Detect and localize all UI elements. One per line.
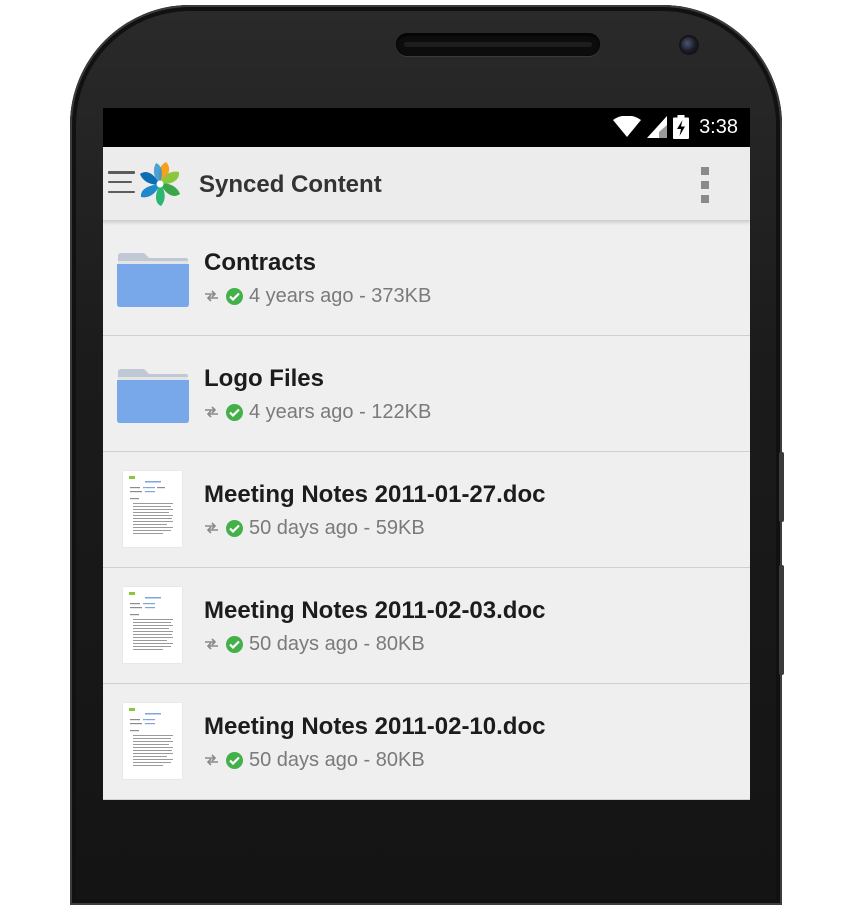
app-bar: Synced Content [103,147,750,221]
item-name: Meeting Notes 2011-02-03.doc [204,597,546,624]
synced-check-icon [226,635,243,653]
power-button [779,565,784,675]
list-item[interactable]: Meeting Notes 2011-02-03.doc 50 days ago… [103,568,750,684]
item-meta: 50 days ago - 80KB [204,632,425,656]
item-meta-text: 50 days ago - 80KB [249,748,425,771]
list-item[interactable]: Meeting Notes 2011-01-27.doc 50 days ago… [103,452,750,568]
phone-screen: 3:38 Synced Content Contracts 4 years ag… [103,108,750,800]
hamburger-menu-icon[interactable] [108,171,135,193]
document-thumbnail-icon [123,471,182,547]
list-item[interactable]: Meeting Notes 2011-02-10.doc 50 days ago… [103,684,750,800]
item-meta: 50 days ago - 80KB [204,748,425,772]
item-name: Meeting Notes 2011-02-10.doc [204,713,546,740]
status-icons: 3:38 [613,115,738,139]
synced-check-icon [226,519,243,537]
document-thumbnail-icon [123,587,182,663]
earpiece-speaker [396,34,600,56]
synced-check-icon [226,403,243,421]
overflow-menu-icon[interactable] [695,167,715,203]
list-item[interactable]: Logo Files 4 years ago - 122KB [103,336,750,452]
signal-icon [647,116,668,138]
sync-icon [205,754,218,766]
wifi-icon [613,116,642,137]
sync-icon [205,290,218,302]
item-meta: 50 days ago - 59KB [204,516,425,540]
item-meta-text: 50 days ago - 80KB [249,632,425,655]
item-meta: 4 years ago - 122KB [204,400,431,424]
folder-icon [117,369,189,423]
battery-charging-icon [673,115,690,139]
sync-icon [205,522,218,534]
item-meta-text: 4 years ago - 122KB [249,400,432,423]
list-item[interactable]: Contracts 4 years ago - 373KB [103,220,750,336]
synced-content-list: Contracts 4 years ago - 373KB Logo Files [103,220,750,800]
item-meta: 4 years ago - 373KB [204,284,431,308]
volume-button [779,452,784,522]
item-name: Meeting Notes 2011-01-27.doc [204,481,546,508]
synced-check-icon [226,287,243,305]
item-name: Logo Files [204,365,324,392]
folder-icon [117,253,189,307]
status-time: 3:38 [699,115,738,138]
sync-icon [205,406,218,418]
front-camera [681,37,697,53]
item-meta-text: 4 years ago - 373KB [249,284,432,307]
alfresco-logo-icon[interactable] [135,159,185,209]
synced-check-icon [226,751,243,769]
item-meta-text: 50 days ago - 59KB [249,516,425,539]
sync-icon [205,638,218,650]
status-bar: 3:38 [103,108,750,147]
item-name: Contracts [204,249,317,276]
app-title: Synced Content [199,171,382,198]
document-thumbnail-icon [123,703,182,779]
